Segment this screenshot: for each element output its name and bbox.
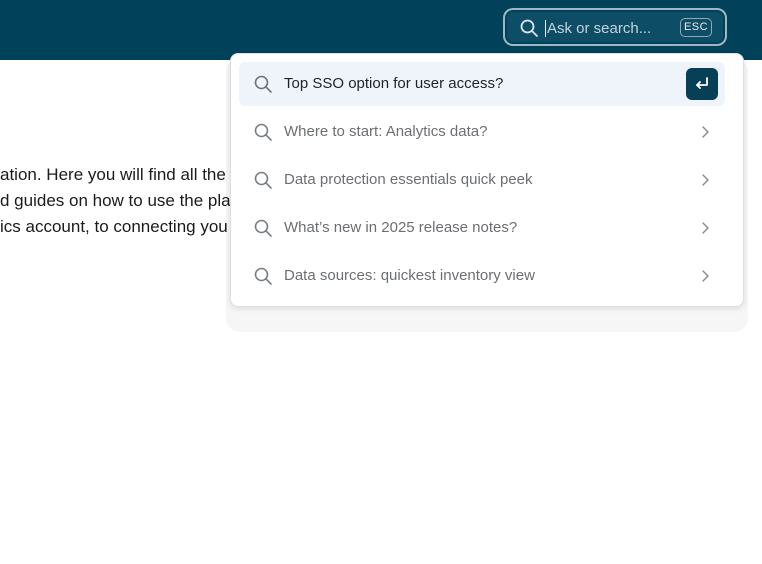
suggestion-label: Data protection essentials quick peek bbox=[284, 171, 533, 188]
suggestion-label: Where to start: Analytics data? bbox=[284, 123, 488, 140]
suggestion-item[interactable]: Where to start: Analytics data? bbox=[239, 110, 725, 154]
esc-key-hint: ESC bbox=[680, 18, 712, 37]
search-input[interactable] bbox=[547, 16, 675, 40]
chevron-right-icon bbox=[702, 222, 709, 234]
top-header: ESC bbox=[0, 0, 762, 60]
intro-line: d guides on how to use the pla bbox=[0, 191, 231, 210]
suggestion-item[interactable]: What’s new in 2025 release notes? bbox=[239, 206, 725, 250]
chevron-right-icon bbox=[702, 126, 709, 138]
search-icon bbox=[254, 267, 272, 285]
enter-icon bbox=[696, 77, 708, 89]
search-icon bbox=[254, 219, 272, 237]
intro-text: ation. Here you will find all the d guid… bbox=[0, 162, 240, 240]
intro-line: ics account, to connecting you bbox=[0, 217, 228, 236]
search-icon bbox=[254, 123, 272, 141]
search-icon bbox=[520, 19, 538, 37]
suggestion-label: What’s new in 2025 release notes? bbox=[284, 219, 518, 236]
intro-line: ation. Here you will find all the bbox=[0, 165, 226, 184]
text-cursor bbox=[545, 20, 546, 37]
suggestion-item[interactable]: Data protection essentials quick peek bbox=[239, 158, 725, 202]
chevron-right-icon bbox=[702, 174, 709, 186]
suggestion-label: Top SSO option for user access? bbox=[284, 75, 504, 92]
enter-button[interactable] bbox=[686, 68, 718, 100]
search-suggestions-dropdown: Top SSO option for user access? Where to… bbox=[230, 53, 744, 307]
search-icon bbox=[254, 75, 272, 93]
suggestion-label: Data sources: quickest inventory view bbox=[284, 267, 535, 284]
chevron-right-icon bbox=[702, 270, 709, 282]
search-box[interactable]: ESC bbox=[503, 8, 727, 46]
suggestion-item[interactable]: Top SSO option for user access? bbox=[239, 62, 725, 106]
suggestion-item[interactable]: Data sources: quickest inventory view bbox=[239, 254, 725, 298]
search-icon bbox=[254, 171, 272, 189]
